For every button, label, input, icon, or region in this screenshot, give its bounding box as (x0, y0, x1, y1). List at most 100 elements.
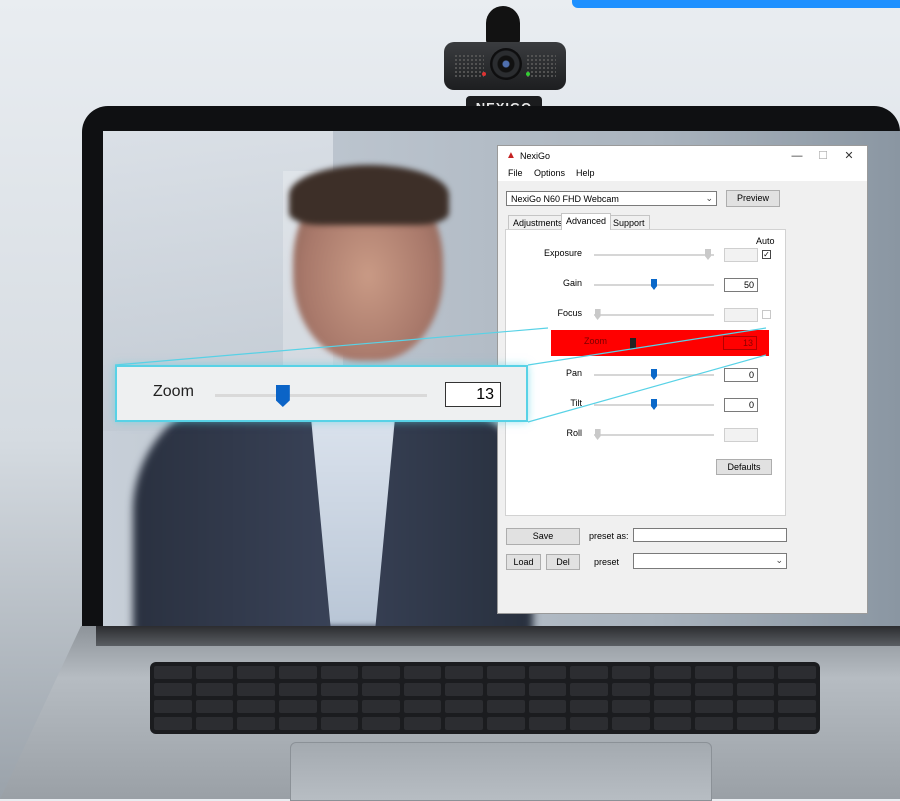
close-icon[interactable]: ✕ (839, 148, 859, 164)
save-button[interactable]: Save (506, 528, 580, 545)
device-select[interactable]: NexiGo N60 FHD Webcam ⌄ (506, 191, 717, 206)
chevron-down-icon: ⌄ (705, 193, 713, 203)
callout-zoom-value[interactable]: 13 (445, 382, 501, 407)
keyboard-key (653, 700, 692, 713)
keyboard-key (154, 700, 192, 713)
keyboard-key (445, 700, 483, 713)
callout-zoom-label: Zoom (153, 383, 194, 400)
maximize-icon[interactable]: ☐ (813, 148, 833, 164)
minimize-icon[interactable]: — (787, 148, 807, 164)
keyboard-key (320, 717, 359, 730)
tab-advanced[interactable]: Advanced (561, 213, 612, 230)
pan-slider-thumb[interactable] (651, 369, 657, 380)
roll-value (724, 428, 758, 442)
keyboard-key (154, 717, 192, 730)
focus-auto-checkbox[interactable] (762, 310, 771, 319)
callout-zoom-thumb[interactable] (275, 385, 290, 407)
focus-value (724, 308, 758, 322)
menu-bar: File Options Help (498, 166, 867, 181)
keyboard-key (237, 666, 275, 679)
gain-slider[interactable] (594, 279, 714, 290)
person-hair (289, 165, 449, 225)
control-row-pan: Pan 0 (506, 366, 785, 384)
keyboard-key (362, 717, 400, 730)
keyboard-key (320, 683, 359, 696)
gain-value[interactable]: 50 (724, 278, 758, 292)
preset-as-input[interactable] (633, 528, 787, 542)
keyboard-key (487, 717, 525, 730)
title-bar: ▲ NexiGo — ☐ ✕ (498, 146, 867, 166)
tab-support[interactable]: Support (608, 215, 650, 229)
keyboard-key (195, 700, 234, 713)
webcam-grille-right (526, 54, 556, 78)
keyboard (150, 662, 820, 734)
auto-header: Auto (756, 236, 775, 246)
webcam-led-green (526, 72, 530, 76)
tilt-value[interactable]: 0 (724, 398, 758, 412)
keyboard-key (695, 683, 733, 696)
focus-label: Focus (557, 308, 582, 318)
preview-button[interactable]: Preview (726, 190, 780, 207)
preset-select[interactable]: ⌄ (633, 553, 787, 569)
zoom-slider-thumb[interactable] (630, 338, 637, 349)
zoom-highlight: Zoom 13 (551, 330, 769, 356)
pan-slider[interactable] (594, 369, 714, 380)
keyboard-key (278, 683, 317, 696)
keyboard-key (528, 683, 567, 696)
top-accent-bar (572, 0, 900, 8)
menu-help[interactable]: Help (576, 168, 595, 178)
keyboard-key (528, 717, 567, 730)
preset-label: preset (594, 557, 620, 567)
keyboard-key (487, 666, 525, 679)
keyboard-key (736, 666, 775, 679)
keyboard-key (278, 700, 317, 713)
control-row-tilt: Tilt 0 (506, 396, 785, 414)
keyboard-key (778, 666, 816, 679)
callout-zoom-slider[interactable] (215, 385, 427, 407)
webcam-led-red (482, 72, 486, 76)
keyboard-key (403, 700, 442, 713)
keyboard-key (195, 717, 234, 730)
control-row-gain: Gain 50 (506, 276, 785, 294)
keyboard-key (403, 717, 442, 730)
keyboard-key (403, 683, 442, 696)
zoom-value[interactable]: 13 (723, 336, 757, 350)
keyboard-key (695, 666, 733, 679)
menu-options[interactable]: Options (534, 168, 565, 178)
exposure-auto-checkbox[interactable]: ✓ (762, 250, 771, 259)
tab-adjustments[interactable]: Adjustments (508, 215, 568, 229)
advanced-panel: Auto Exposure ✓ Gain 50 Focus Pan 0 Tilt 0 Roll Z… (505, 229, 786, 516)
keyboard-key (778, 717, 816, 730)
exposure-label: Exposure (543, 248, 582, 258)
keyboard-key (695, 717, 733, 730)
focus-slider-thumb (594, 309, 601, 320)
chevron-down-icon: ⌄ (775, 555, 783, 565)
keyboard-key (570, 717, 608, 730)
delete-button[interactable]: Del (546, 554, 580, 570)
keyboard-key (278, 666, 317, 679)
webcam-grille-left (454, 54, 484, 78)
defaults-button[interactable]: Defaults (716, 459, 772, 475)
keyboard-key (570, 666, 608, 679)
keyboard-key (195, 666, 234, 679)
exposure-value (724, 248, 758, 262)
gain-slider-thumb[interactable] (651, 279, 657, 290)
keyboard-key (653, 666, 692, 679)
keyboard-key (362, 700, 400, 713)
nexigo-app-icon: ▲ (506, 150, 516, 161)
keyboard-key (362, 666, 400, 679)
device-select-value: NexiGo N60 FHD Webcam (511, 194, 619, 204)
keyboard-key (237, 717, 275, 730)
exposure-slider-thumb (705, 249, 711, 260)
webcam (444, 42, 566, 90)
keyboard-key (611, 700, 650, 713)
keyboard-key (570, 683, 608, 696)
load-button[interactable]: Load (506, 554, 541, 570)
keyboard-key (237, 700, 275, 713)
tilt-slider-thumb[interactable] (651, 399, 657, 410)
tilt-slider[interactable] (594, 399, 714, 410)
pan-value[interactable]: 0 (724, 368, 758, 382)
menu-file[interactable]: File (508, 168, 523, 178)
webcam-lens (490, 48, 522, 80)
keyboard-key (237, 683, 275, 696)
